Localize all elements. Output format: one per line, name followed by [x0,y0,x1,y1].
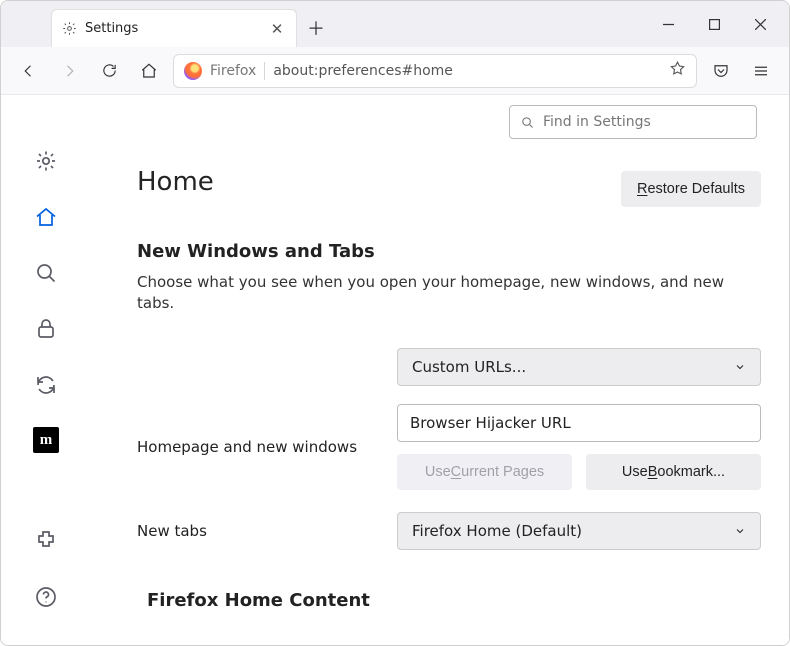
use-current-pages-button[interactable]: Use Current Pages [397,454,572,490]
homepage-mode-value: Custom URLs... [412,358,526,376]
bookmark-star-icon[interactable] [669,60,686,81]
search-placeholder: Find in Settings [543,114,651,130]
new-tab-button[interactable]: ＋ [297,9,335,47]
gear-icon [62,21,77,36]
newtabs-label: New tabs [137,522,397,540]
minimize-button[interactable] [645,1,691,47]
homepage-mode-select[interactable]: Custom URLs... [397,348,761,386]
browser-tab[interactable]: Settings ✕ [51,9,297,47]
window-controls [645,1,789,47]
close-tab-icon[interactable]: ✕ [268,20,286,38]
section-new-windows-heading: New Windows and Tabs [137,241,761,262]
chevron-down-icon [734,361,746,373]
reload-button[interactable] [93,55,125,87]
homepage-url-input[interactable]: Browser Hijacker URL [397,404,761,442]
chevron-down-icon [734,525,746,537]
settings-search-input[interactable]: Find in Settings [509,105,757,139]
use-bookmark-button[interactable]: Use Bookmark... [586,454,761,490]
content-area: m Find in Settings Home Restore Defaults… [1,95,789,645]
back-button[interactable] [13,55,45,87]
section-description: Choose what you see when you open your h… [137,272,761,314]
titlebar: Settings ✕ ＋ [1,1,789,47]
sidebar-home-icon[interactable] [32,203,60,231]
sidebar-extensions-icon[interactable] [32,527,60,555]
sidebar-general-icon[interactable] [32,147,60,175]
settings-main: Find in Settings Home Restore Defaults N… [91,95,789,645]
section-firefox-home-heading: Firefox Home Content [137,590,761,611]
pocket-button[interactable] [705,55,737,87]
firefox-logo-icon [184,62,202,80]
app-menu-button[interactable] [745,55,777,87]
sidebar-mozilla-icon[interactable]: m [33,427,59,453]
sidebar-privacy-icon[interactable] [32,315,60,343]
sidebar-help-icon[interactable] [32,583,60,611]
url-bar[interactable]: Firefox about:preferences#home [173,54,697,88]
homepage-url-value: Browser Hijacker URL [410,414,571,432]
newtabs-value: Firefox Home (Default) [412,522,582,540]
newtabs-select[interactable]: Firefox Home (Default) [397,512,761,550]
maximize-button[interactable] [691,1,737,47]
forward-button[interactable] [53,55,85,87]
sidebar-sync-icon[interactable] [32,371,60,399]
homepage-label: Homepage and new windows [137,438,397,456]
settings-sidebar: m [1,95,91,645]
close-window-button[interactable] [737,1,783,47]
tab-title: Settings [85,21,260,36]
url-prefix: Firefox [210,63,256,79]
browser-toolbar: Firefox about:preferences#home [1,47,789,95]
home-button[interactable] [133,55,165,87]
url-path: about:preferences#home [273,63,661,79]
url-divider [264,62,265,80]
restore-defaults-button[interactable]: Restore Defaults [621,171,761,207]
sidebar-search-icon[interactable] [32,259,60,287]
